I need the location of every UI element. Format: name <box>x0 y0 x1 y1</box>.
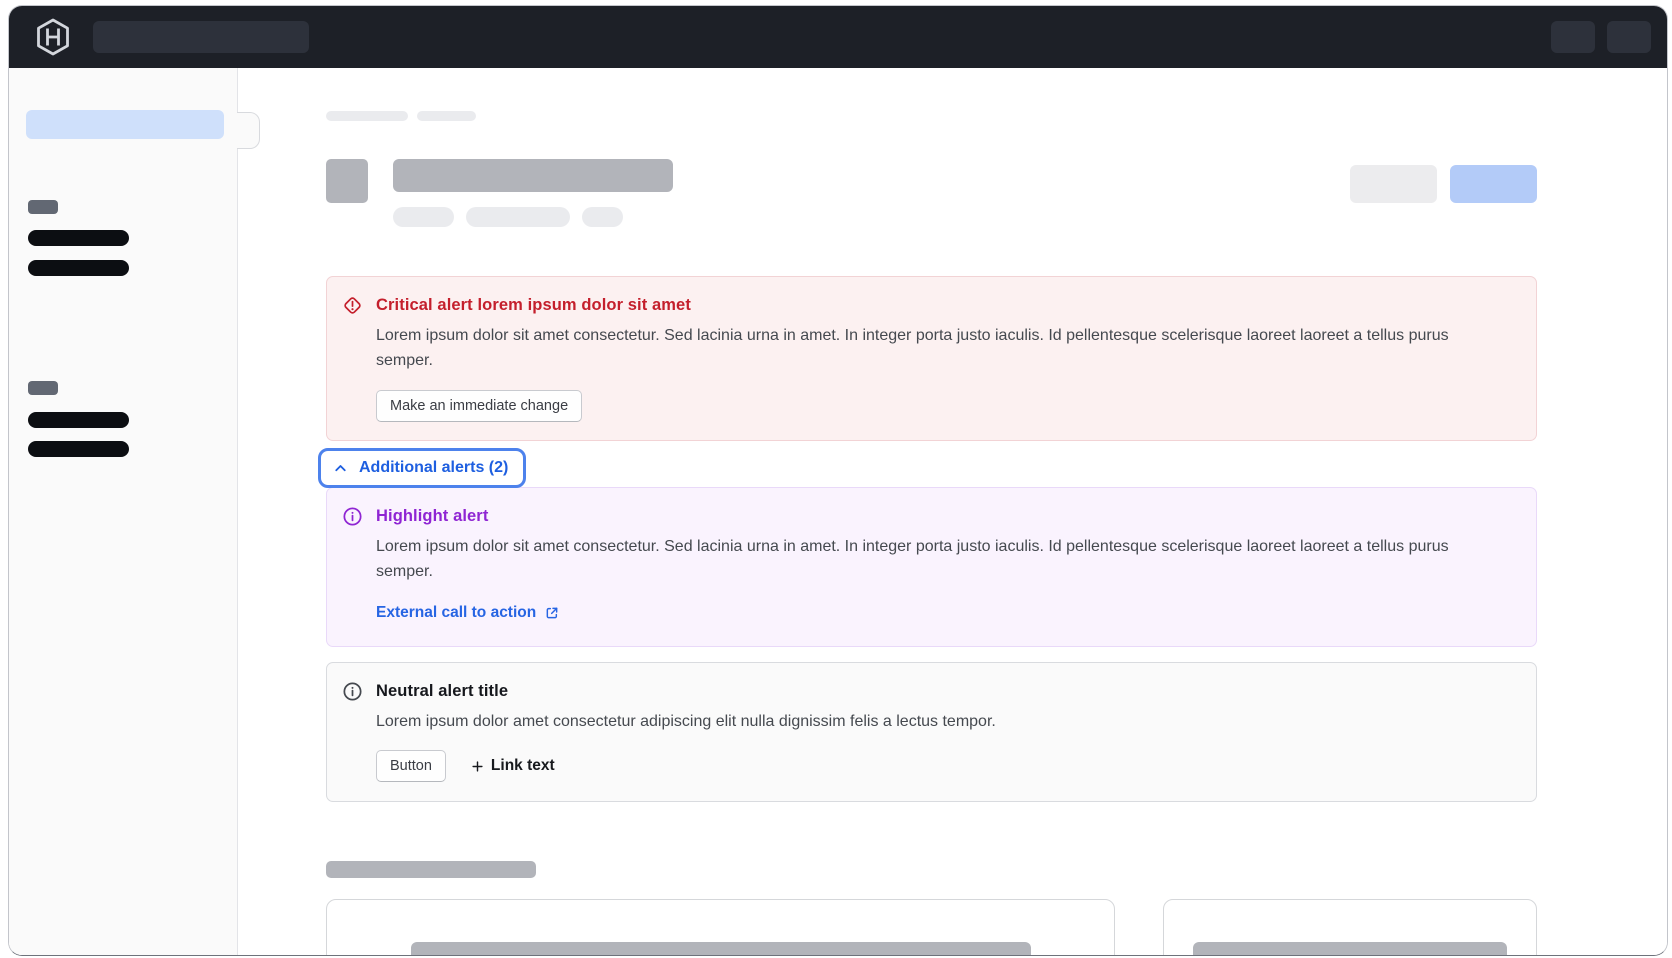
highlight-alert-link-label: External call to action <box>376 604 536 622</box>
breadcrumb <box>326 111 1537 121</box>
neutral-alert: Neutral alert title Lorem ipsum dolor am… <box>326 662 1537 802</box>
additional-alerts-toggle[interactable]: Additional alerts (2) <box>318 448 526 488</box>
neutral-alert-button[interactable]: Button <box>376 750 446 782</box>
sidebar <box>9 68 238 956</box>
critical-alert-title: Critical alert lorem ipsum dolor sit ame… <box>376 294 1516 316</box>
secondary-action-button-skeleton[interactable] <box>1350 165 1437 203</box>
sidebar-item-skeleton[interactable] <box>28 412 129 428</box>
meta-pill-skeleton <box>466 207 570 227</box>
topbar-actions <box>1551 21 1651 53</box>
sidebar-active-item-skeleton[interactable] <box>26 110 224 139</box>
neutral-alert-link-label: Link text <box>491 757 555 775</box>
highlight-alert-body: Lorem ipsum dolor sit amet consectetur. … <box>376 534 1451 584</box>
critical-alert-body: Lorem ipsum dolor sit amet consectetur. … <box>376 323 1451 373</box>
info-circle-icon <box>342 681 363 801</box>
bottom-cards <box>326 899 1537 956</box>
breadcrumb-item-skeleton <box>417 111 476 121</box>
page-icon-skeleton <box>326 159 368 203</box>
neutral-alert-body: Lorem ipsum dolor amet consectetur adipi… <box>376 709 1451 734</box>
critical-alert-action-button[interactable]: Make an immediate change <box>376 390 582 422</box>
content-card <box>1163 899 1537 956</box>
alert-diamond-icon <box>342 295 363 440</box>
content-card <box>326 899 1115 956</box>
section-heading-skeleton <box>326 861 536 878</box>
highlight-alert-external-link[interactable]: External call to action <box>376 604 560 622</box>
hashicorp-logo-icon[interactable] <box>35 18 71 56</box>
app-window: Critical alert lorem ipsum dolor sit ame… <box>8 5 1668 956</box>
highlight-alert: Highlight alert Lorem ipsum dolor sit am… <box>326 487 1537 647</box>
sidebar-section-label-skeleton <box>28 381 58 395</box>
page-title-skeleton <box>393 159 673 192</box>
primary-action-button-skeleton[interactable] <box>1450 165 1537 203</box>
external-link-icon <box>544 605 560 621</box>
page-header-actions <box>1350 159 1537 203</box>
card-content-skeleton <box>1193 942 1507 956</box>
sidebar-item-skeleton[interactable] <box>28 230 129 246</box>
plus-icon <box>470 759 485 774</box>
topbar-action-placeholder[interactable] <box>1607 21 1651 53</box>
page-meta-skeleton <box>393 207 1537 227</box>
info-circle-icon <box>342 506 363 646</box>
highlight-alert-title: Highlight alert <box>376 505 1516 527</box>
neutral-alert-link[interactable]: Link text <box>470 757 555 775</box>
sidebar-section-label-skeleton <box>28 200 58 214</box>
breadcrumb-item-skeleton <box>326 111 408 121</box>
meta-pill-skeleton <box>393 207 454 227</box>
additional-alerts-toggle-label: Additional alerts (2) <box>359 457 508 479</box>
top-nav <box>9 6 1667 68</box>
sidebar-item-skeleton[interactable] <box>28 441 129 457</box>
neutral-alert-title: Neutral alert title <box>376 680 1516 702</box>
search-input[interactable] <box>93 21 309 53</box>
page-header <box>326 159 1537 203</box>
sidebar-toggle[interactable] <box>237 112 260 149</box>
sidebar-item-skeleton[interactable] <box>28 260 129 276</box>
card-content-skeleton <box>411 942 1031 956</box>
main-content: Critical alert lorem ipsum dolor sit ame… <box>238 68 1667 956</box>
topbar-action-placeholder[interactable] <box>1551 21 1595 53</box>
meta-pill-skeleton <box>582 207 623 227</box>
chevron-up-icon <box>332 460 349 477</box>
critical-alert: Critical alert lorem ipsum dolor sit ame… <box>326 276 1537 441</box>
